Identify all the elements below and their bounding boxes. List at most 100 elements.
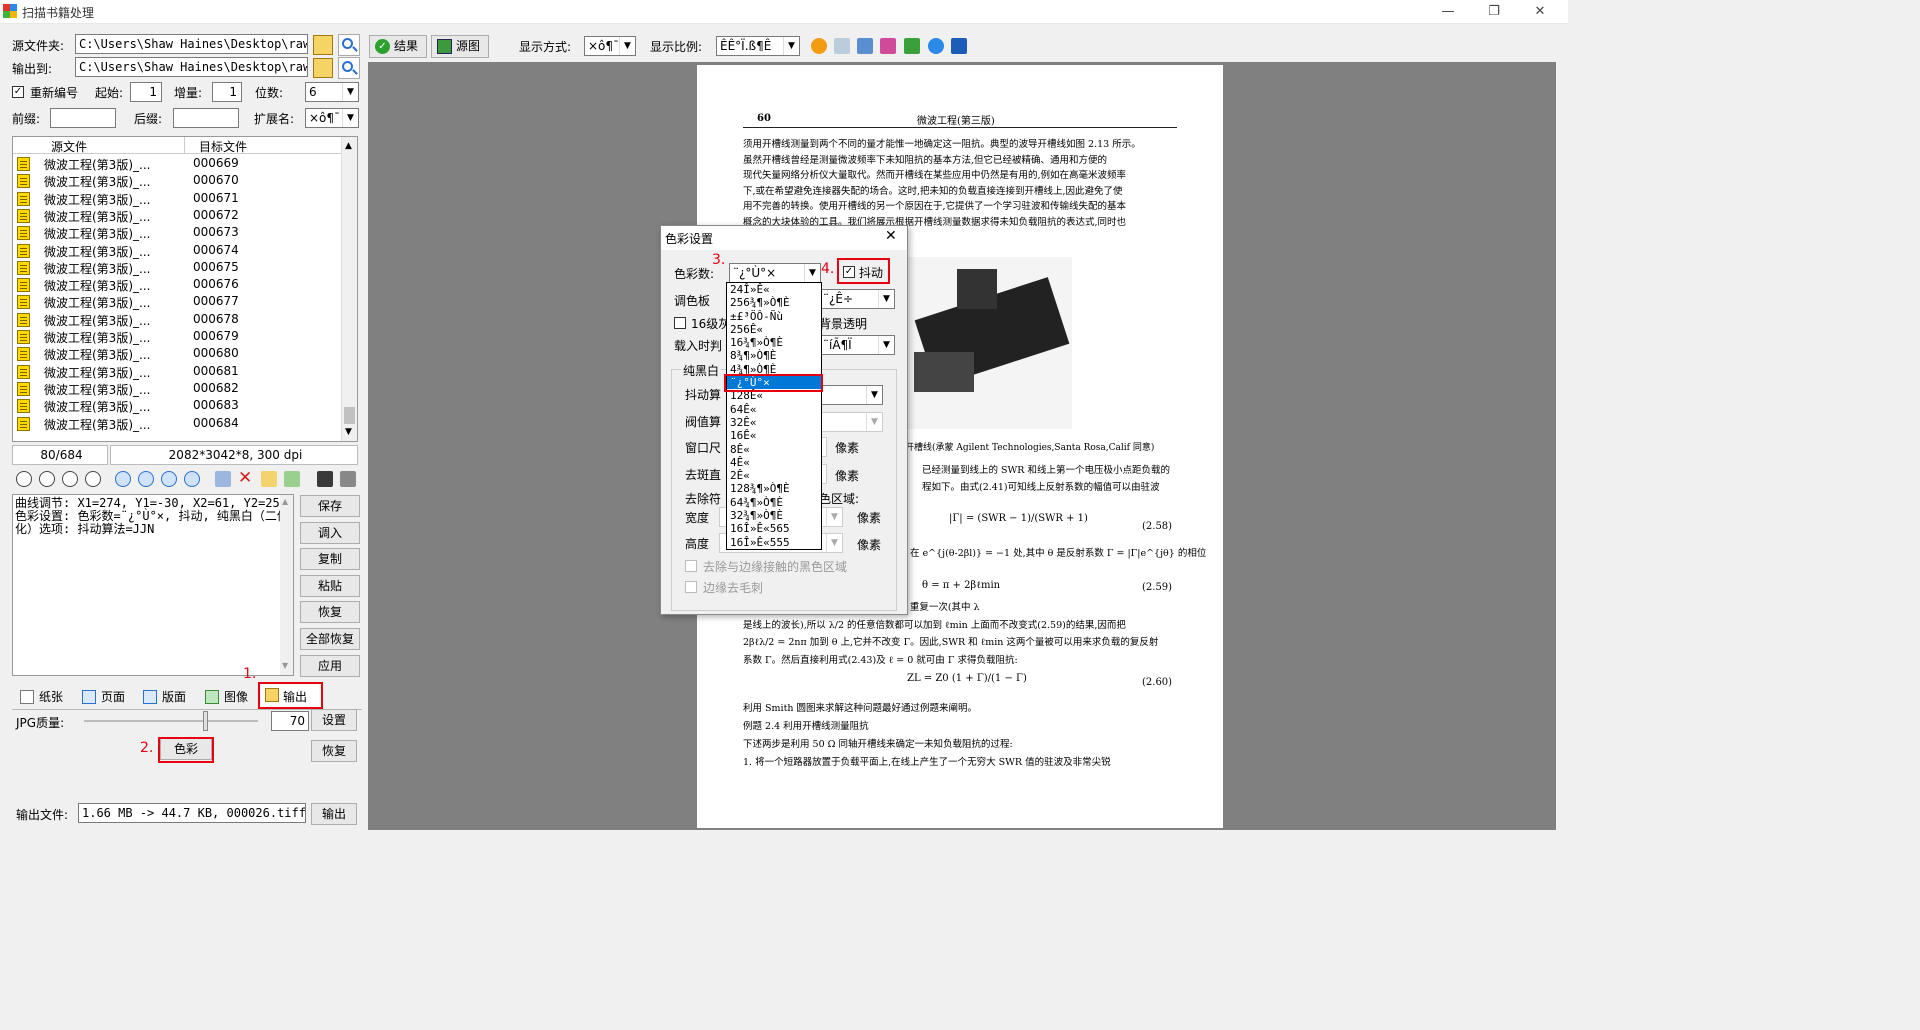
suffix-input[interactable] — [173, 108, 239, 128]
help-icon[interactable] — [951, 38, 967, 54]
color-count-option[interactable]: 2Ê« — [727, 469, 821, 482]
palette-icon[interactable] — [880, 38, 896, 54]
file-row[interactable]: 微波工程(第3版)_... 000669 — [13, 155, 343, 172]
side-button[interactable]: 保存 — [300, 495, 360, 517]
display-ratio-select[interactable]: ÊÊ°Ï.ß¶Ê ▼ — [716, 36, 800, 56]
color-count-option[interactable]: 16Î»Ê«555 — [727, 536, 821, 549]
brush-icon[interactable] — [904, 38, 920, 54]
delete-icon[interactable]: ✕ — [238, 468, 252, 488]
display-mode-select[interactable]: ×ô¶¯ ▼ — [584, 36, 636, 56]
close-window-button[interactable]: ✕ — [1522, 2, 1558, 22]
open-folder-icon[interactable] — [313, 35, 333, 55]
jpg-quality-input[interactable]: 70 — [271, 711, 309, 731]
copy-icon[interactable] — [261, 471, 277, 487]
prefix-input[interactable] — [50, 108, 116, 128]
previous-page-icon[interactable] — [39, 471, 55, 487]
column-header-target[interactable]: 目标文件 — [199, 138, 247, 155]
color-count-option[interactable]: 8Ê« — [727, 443, 821, 456]
file-row[interactable]: 微波工程(第3版)_... 000677 — [13, 293, 343, 310]
output-button[interactable]: 输出 — [311, 803, 357, 825]
color-count-select[interactable]: ¨¿°Ù°× ▼ — [729, 263, 821, 283]
palette-select[interactable]: ¨¿Ê÷ ▼ — [819, 289, 895, 309]
color-count-option[interactable]: 32Ê« — [727, 416, 821, 429]
color-count-option[interactable]: 4Ê« — [727, 456, 821, 469]
maximize-button[interactable]: ❐ — [1476, 2, 1512, 22]
result-button[interactable]: ✓ 结果 — [369, 35, 427, 58]
side-button[interactable]: 粘贴 — [300, 574, 360, 597]
output-folder-input[interactable]: C:\Users\Shaw Haines\Desktop\raw — [75, 57, 308, 77]
source-image-button[interactable]: 源图 — [431, 35, 489, 58]
dialog-close-icon[interactable]: ✕ — [885, 228, 897, 244]
move-down-icon[interactable] — [161, 471, 177, 487]
file-row[interactable]: 微波工程(第3版)_... 000683 — [13, 397, 343, 414]
color-count-dropdown-list[interactable]: 24Î»Ê« 256¾¶»Ò¶È ±£³ÖÔ-Ñù 256Ê« 16¾¶»Ò¶È 8¾¶»… — [726, 282, 822, 550]
log-text[interactable]: 曲线调节: X1=274, Y1=-30, X2=61, Y2=256 色彩设置… — [12, 494, 294, 676]
move-bottom-icon[interactable] — [184, 471, 200, 487]
jpg-quality-thumb[interactable] — [202, 711, 208, 731]
color-count-option[interactable]: 64Ê« — [727, 403, 821, 416]
color-count-option[interactable]: 24Î»Ê« — [727, 283, 821, 296]
select-all-icon[interactable] — [215, 471, 231, 487]
log-scrollbar[interactable]: ▲ ▼ — [280, 495, 293, 675]
file-row[interactable]: 微波工程(第3版)_... 000679 — [13, 328, 343, 345]
first-page-icon[interactable] — [16, 471, 32, 487]
side-button[interactable]: 恢复 — [300, 601, 360, 624]
histogram-icon[interactable] — [857, 38, 873, 54]
scroll-thumb[interactable] — [344, 407, 355, 424]
dither-algo-select[interactable]: ▼ — [819, 385, 883, 405]
side-button[interactable]: 复制 — [300, 548, 360, 571]
file-row[interactable]: 微波工程(第3版)_... 000678 — [13, 311, 343, 328]
renumber-checkbox[interactable]: ✓ — [12, 86, 24, 98]
file-row[interactable]: 微波工程(第3版)_... 000682 — [13, 380, 343, 397]
color-count-option[interactable]: 16Î»Ê«565 — [727, 522, 821, 535]
color-count-option[interactable]: 256Ê« — [727, 323, 821, 336]
side-button[interactable]: 全部恢复 — [300, 628, 360, 650]
file-list[interactable]: 源文件 目标文件 微波工程(第3版)_... 000669 微波工程(第3版)_..… — [12, 136, 358, 442]
column-header-source[interactable]: 源文件 — [51, 138, 87, 155]
gray16-checkbox[interactable] — [674, 317, 686, 329]
file-row[interactable]: 微波工程(第3版)_... 000680 — [13, 345, 343, 362]
file-row[interactable]: 微波工程(第3版)_... 000681 — [13, 363, 343, 380]
color-count-option[interactable]: 256¾¶»Ò¶È — [727, 296, 821, 309]
color-count-option[interactable]: 128¾¶»Ò¶È — [727, 482, 821, 495]
move-top-icon[interactable] — [115, 471, 131, 487]
side-button[interactable]: 应用 — [300, 654, 360, 677]
export-icon[interactable] — [284, 471, 300, 487]
extension-select[interactable]: ×ô¶¯ ▼ — [305, 108, 359, 128]
color-count-option[interactable]: 32¾¶»Ò¶È — [727, 509, 821, 522]
edge-black-checkbox[interactable] — [685, 560, 697, 572]
scroll-down-icon[interactable]: ▼ — [345, 427, 352, 437]
file-row[interactable]: 微波工程(第3版)_... 000676 — [13, 276, 343, 293]
color-count-option[interactable]: ±£³ÖÔ-Ñù — [727, 310, 821, 323]
open-folder-icon[interactable] — [313, 58, 333, 78]
digits-select[interactable]: 6 ▼ — [305, 82, 359, 102]
viewer-scrollbar[interactable] — [1556, 62, 1568, 830]
load-judge-select[interactable]: ¨íÃ¶Ï ▼ — [819, 335, 895, 355]
file-row[interactable]: 微波工程(第3版)_... 000684 — [13, 415, 343, 432]
settings-button[interactable]: 设置 — [311, 709, 357, 731]
edge-burr-checkbox[interactable] — [685, 581, 697, 593]
color-count-option[interactable]: 8¾¶»Ò¶È — [727, 349, 821, 362]
next-page-icon[interactable] — [62, 471, 78, 487]
scroll-up-icon[interactable]: ▲ — [345, 141, 352, 151]
color-wheel-icon[interactable] — [811, 38, 827, 54]
file-row[interactable]: 微波工程(第3版)_... 000672 — [13, 207, 343, 224]
file-list-scrollbar[interactable]: ▲ ▼ — [341, 137, 357, 441]
start-input[interactable]: 1 — [130, 82, 162, 102]
file-row[interactable]: 微波工程(第3版)_... 000670 — [13, 172, 343, 189]
file-row[interactable]: 微波工程(第3版)_... 000671 — [13, 190, 343, 207]
move-up-icon[interactable] — [138, 471, 154, 487]
color-count-option[interactable]: 64¾¶»Ò¶È — [727, 496, 821, 509]
last-page-icon[interactable] — [85, 471, 101, 487]
jpg-quality-slider[interactable] — [84, 720, 258, 722]
search-icon[interactable] — [338, 34, 360, 56]
threshold-algo-select[interactable]: ▼ — [819, 412, 883, 432]
settings-icon[interactable] — [340, 471, 356, 487]
file-row[interactable]: 微波工程(第3版)_... 000675 — [13, 259, 343, 276]
source-folder-input[interactable]: C:\Users\Shaw Haines\Desktop\raw — [75, 34, 308, 54]
search-icon[interactable] — [338, 57, 360, 79]
step-input[interactable]: 1 — [212, 82, 242, 102]
restore-button[interactable]: 恢复 — [311, 740, 357, 762]
minimize-button[interactable]: — — [1430, 2, 1466, 22]
file-row[interactable]: 微波工程(第3版)_... 000674 — [13, 242, 343, 259]
